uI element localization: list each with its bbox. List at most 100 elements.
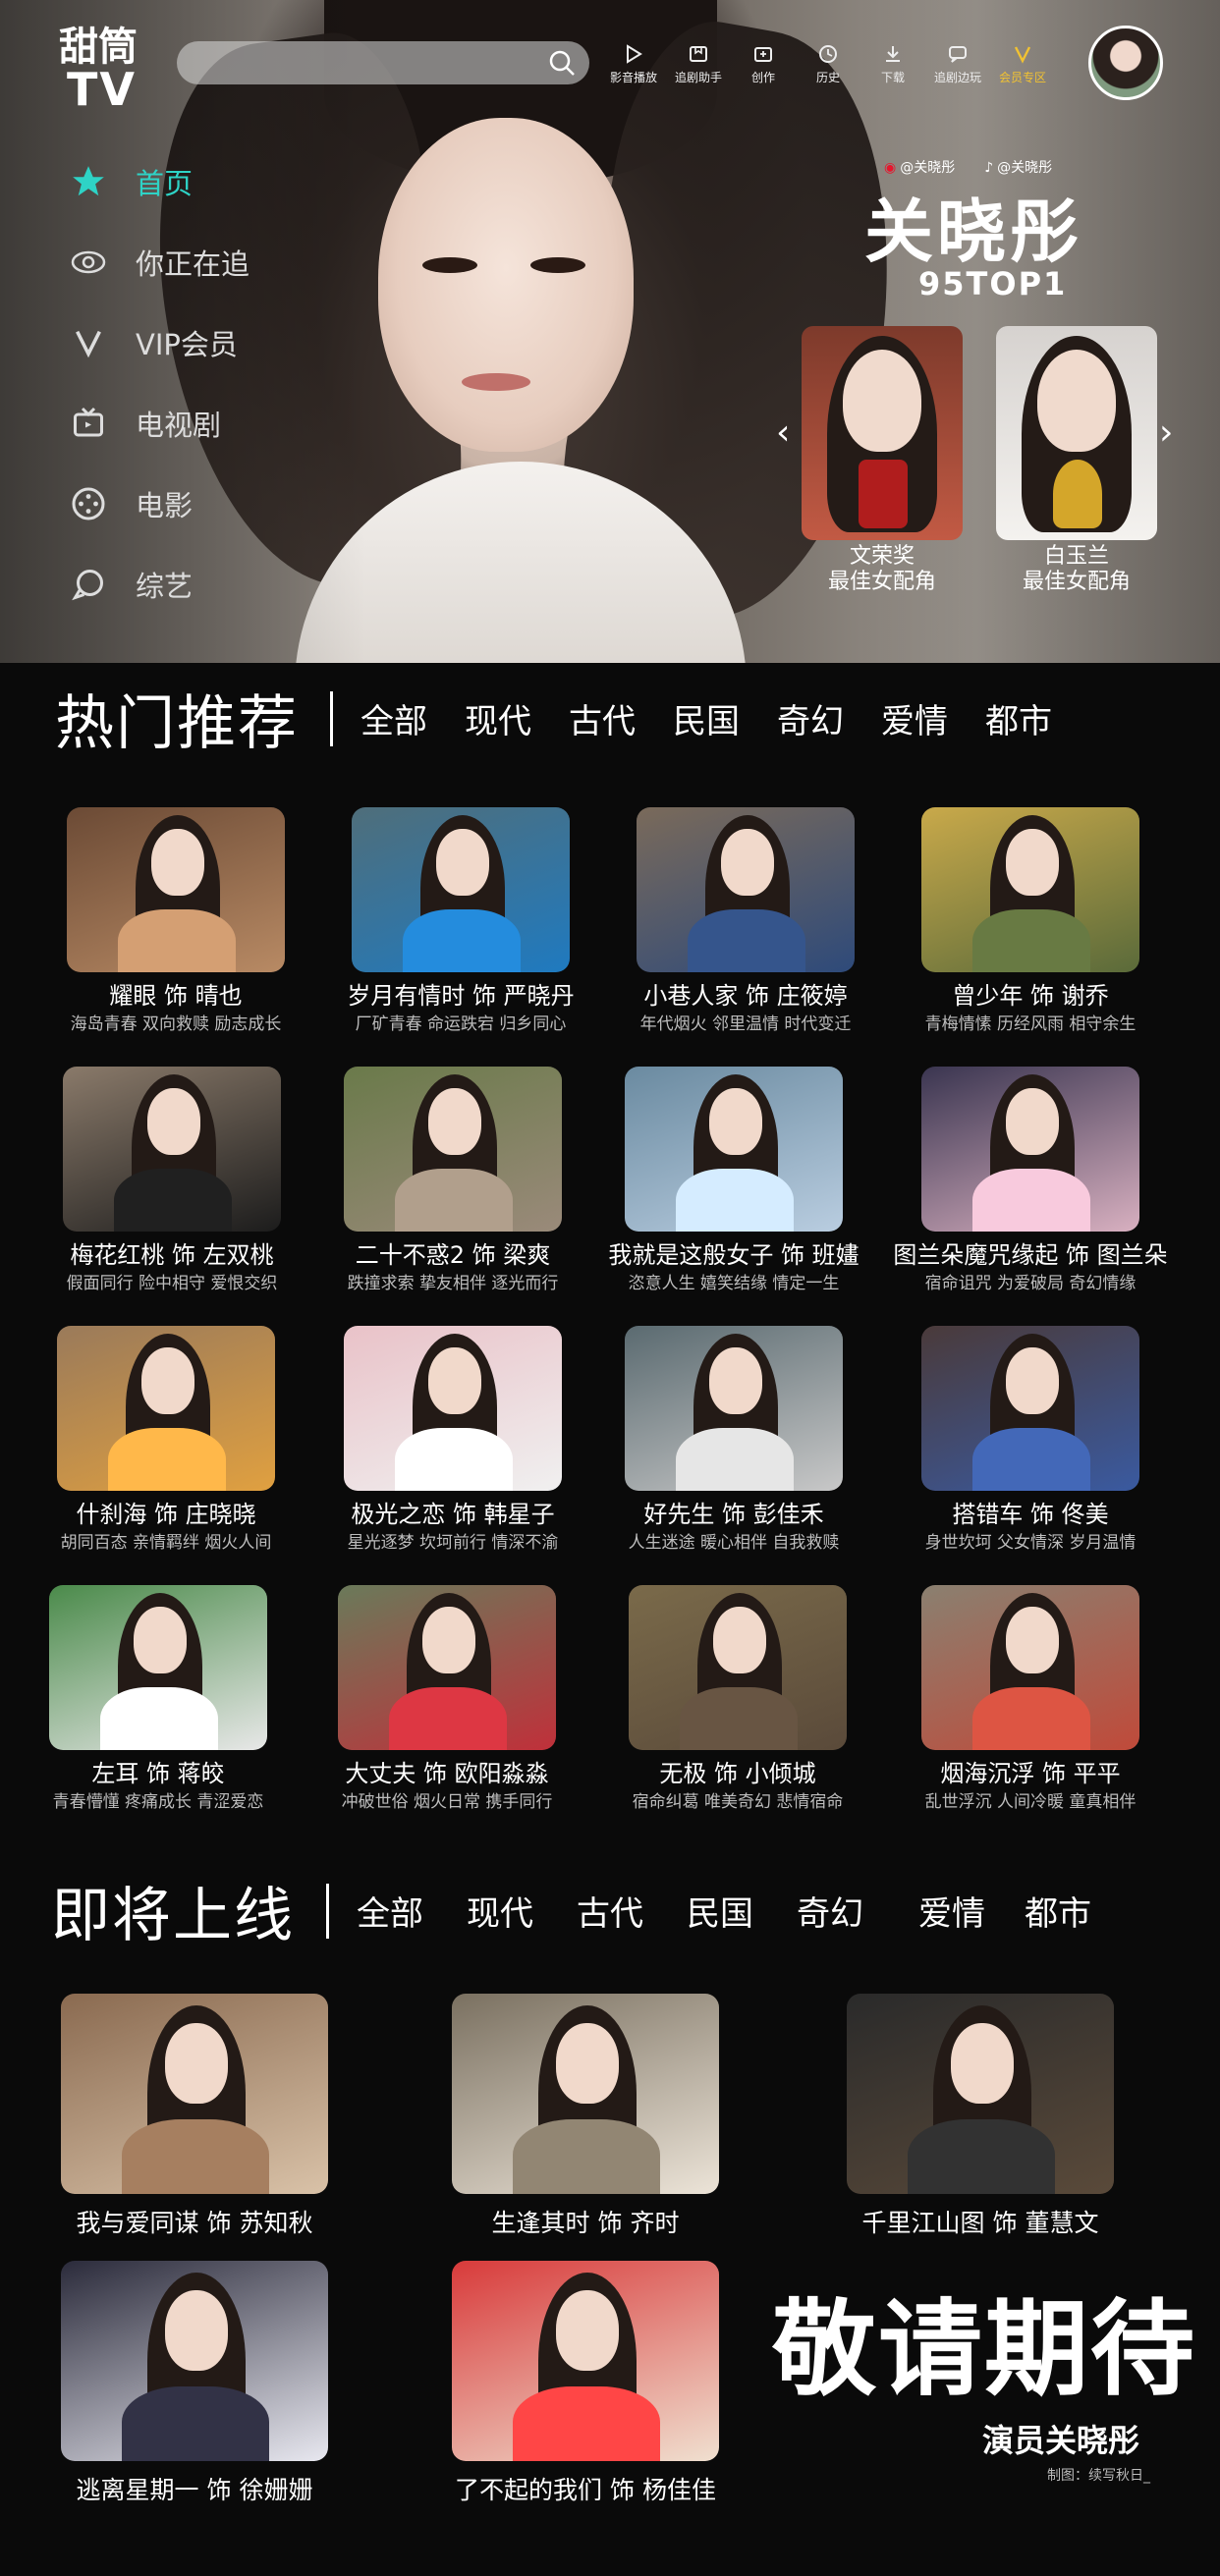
tab-modern[interactable]: 现代 [467,1887,533,1935]
drama-card[interactable] [352,807,570,972]
hot-tabs: 全部 现代 古代 民国 奇幻 爱情 都市 [360,694,1052,742]
tab-romance[interactable]: 爱情 [918,1887,985,1935]
upcoming-title[interactable]: 我与爱同谋 饰 苏知秋 [28,2204,361,2239]
drama-card[interactable] [637,807,855,972]
douyin-handle[interactable]: ♪ @关晓彤 [984,157,1052,177]
topnav-item-assistant[interactable]: 追剧助手 [666,43,731,85]
weibo-handle[interactable]: ◉ @关晓彤 [884,157,955,177]
drama-title[interactable]: 左耳 饰 蒋皎 [11,1754,305,1788]
topnav-item-play[interactable]: 影音播放 [601,43,666,85]
drama-title[interactable]: 我就是这般女子 饰 班嫿 [586,1235,881,1270]
award-name: 文荣奖 [849,544,915,569]
topnav-item-history[interactable]: 历史 [796,43,860,85]
upcoming-title[interactable]: 千里江山图 饰 董慧文 [813,2204,1147,2239]
drama-card[interactable] [49,1585,267,1750]
tab-all[interactable]: 全部 [360,694,427,742]
poster-face [141,1347,194,1414]
poster-body [972,1428,1090,1491]
drama-title[interactable]: 梅花红桃 饰 左双桃 [25,1235,319,1270]
drama-card[interactable] [67,807,285,972]
upcoming-card[interactable] [452,1994,719,2194]
drama-tags: 宿命纠葛 唯美奇幻 悲情宿命 [632,1792,844,1812]
upcoming-card[interactable] [61,1994,328,2194]
tab-all[interactable]: 全部 [357,1887,423,1935]
poster-face [165,2023,228,2104]
poster-face [147,1088,200,1155]
drama-tags: 青春懵懂 疼痛成长 青涩爱恋 [52,1792,264,1812]
section-divider [326,1883,329,1939]
eye-icon [67,241,110,284]
tab-ancient[interactable]: 古代 [569,694,636,742]
tab-republic[interactable]: 民国 [687,1887,753,1935]
drama-card[interactable] [921,1067,1139,1232]
upcoming-section-header: 即将上线 全部 现代 古代 民国 奇幻 爱情 都市 [0,1868,1220,1953]
upcoming-card[interactable] [61,2261,328,2461]
topnav-item-chat[interactable]: 追剧边玩 [925,43,990,85]
sidebar-item-movie[interactable]: 电影 [67,464,250,544]
drama-title[interactable]: 岁月有情时 饰 严晓丹 [313,976,608,1011]
drama-title[interactable]: 好先生 饰 彭佳禾 [586,1495,881,1529]
poster-body [972,909,1090,972]
drama-card[interactable] [63,1067,281,1232]
award-card[interactable] [802,326,963,540]
app-logo[interactable]: 甜筒 TV [59,27,138,112]
poster-face [436,829,489,896]
tab-modern[interactable]: 现代 [465,694,531,742]
top-nav: 影音播放 追剧助手 创作 历史 下载 追剧边玩 会员专区 [601,43,1055,85]
tab-fantasy[interactable]: 奇幻 [797,1887,863,1935]
upcoming-title[interactable]: 了不起的我们 饰 杨佳佳 [418,2471,752,2506]
upcoming-title[interactable]: 逃离星期一 饰 徐姗姗 [28,2471,361,2506]
sidebar-item-home[interactable]: 首页 [67,141,250,222]
topnav-item-create[interactable]: 创作 [731,43,796,85]
drama-title[interactable]: 什刹海 饰 庄晓晓 [19,1495,313,1529]
topnav-item-vip[interactable]: 会员专区 [990,43,1055,85]
sidebar-item-vip[interactable]: VIP会员 [67,302,250,383]
drama-title[interactable]: 无极 饰 小倾城 [590,1754,885,1788]
create-icon [754,47,772,62]
tab-urban[interactable]: 都市 [1025,1887,1091,1935]
drama-title[interactable]: 小巷人家 饰 庄筱婷 [598,976,893,1011]
drama-card[interactable] [338,1585,556,1750]
drama-card[interactable] [921,807,1139,972]
carousel-next-arrow[interactable]: › [1159,412,1173,453]
drama-title[interactable]: 二十不惑2 饰 梁爽 [305,1235,600,1270]
tab-ancient[interactable]: 古代 [577,1887,643,1935]
poster-body [389,1687,507,1750]
drama-title[interactable]: 图兰朵魔咒缘起 饰 图兰朵 [883,1235,1178,1270]
drama-title[interactable]: 极光之恋 饰 韩星子 [305,1495,600,1529]
drama-title[interactable]: 大丈夫 饰 欧阳淼淼 [300,1754,594,1788]
drama-tags: 乱世浮沉 人间冷暖 童真相伴 [924,1792,1137,1812]
drama-title[interactable]: 烟海沉浮 饰 平平 [883,1754,1178,1788]
logo-line1: 甜筒 [59,25,138,70]
topnav-item-download[interactable]: 下载 [860,43,925,85]
sidebar-item-variety[interactable]: 综艺 [67,544,250,625]
chat-bubble-icon [67,563,110,606]
tab-urban[interactable]: 都市 [985,694,1052,742]
drama-card[interactable] [344,1067,562,1232]
drama-card[interactable] [344,1326,562,1491]
drama-card[interactable] [57,1326,275,1491]
drama-card[interactable] [625,1067,843,1232]
sidebar-item-tv[interactable]: 电视剧 [67,383,250,464]
tab-romance[interactable]: 爱情 [881,694,948,742]
drama-title[interactable]: 搭错车 饰 佟美 [883,1495,1178,1529]
search-input[interactable] [177,41,589,84]
drama-card[interactable] [625,1326,843,1491]
drama-tags: 青梅情愫 历经风雨 相守余生 [924,1014,1137,1034]
tab-fantasy[interactable]: 奇幻 [777,694,844,742]
upcoming-card[interactable] [452,2261,719,2461]
sidebar-item-following[interactable]: 你正在追 [67,222,250,302]
drama-tags: 恣意人生 嬉笑结缘 情定一生 [628,1274,840,1293]
drama-card[interactable] [629,1585,847,1750]
carousel-prev-arrow[interactable]: ‹ [776,412,790,453]
tab-republic[interactable]: 民国 [673,694,740,742]
avatar[interactable] [1088,26,1163,100]
drama-title[interactable]: 耀眼 饰 晴也 [28,976,323,1011]
upcoming-title[interactable]: 生逢其时 饰 齐时 [418,2204,752,2239]
search-icon[interactable] [548,49,576,77]
upcoming-card[interactable] [847,1994,1114,2194]
drama-title[interactable]: 曾少年 饰 谢乔 [883,976,1178,1011]
drama-card[interactable] [921,1326,1139,1491]
award-card[interactable] [996,326,1157,540]
drama-card[interactable] [921,1585,1139,1750]
